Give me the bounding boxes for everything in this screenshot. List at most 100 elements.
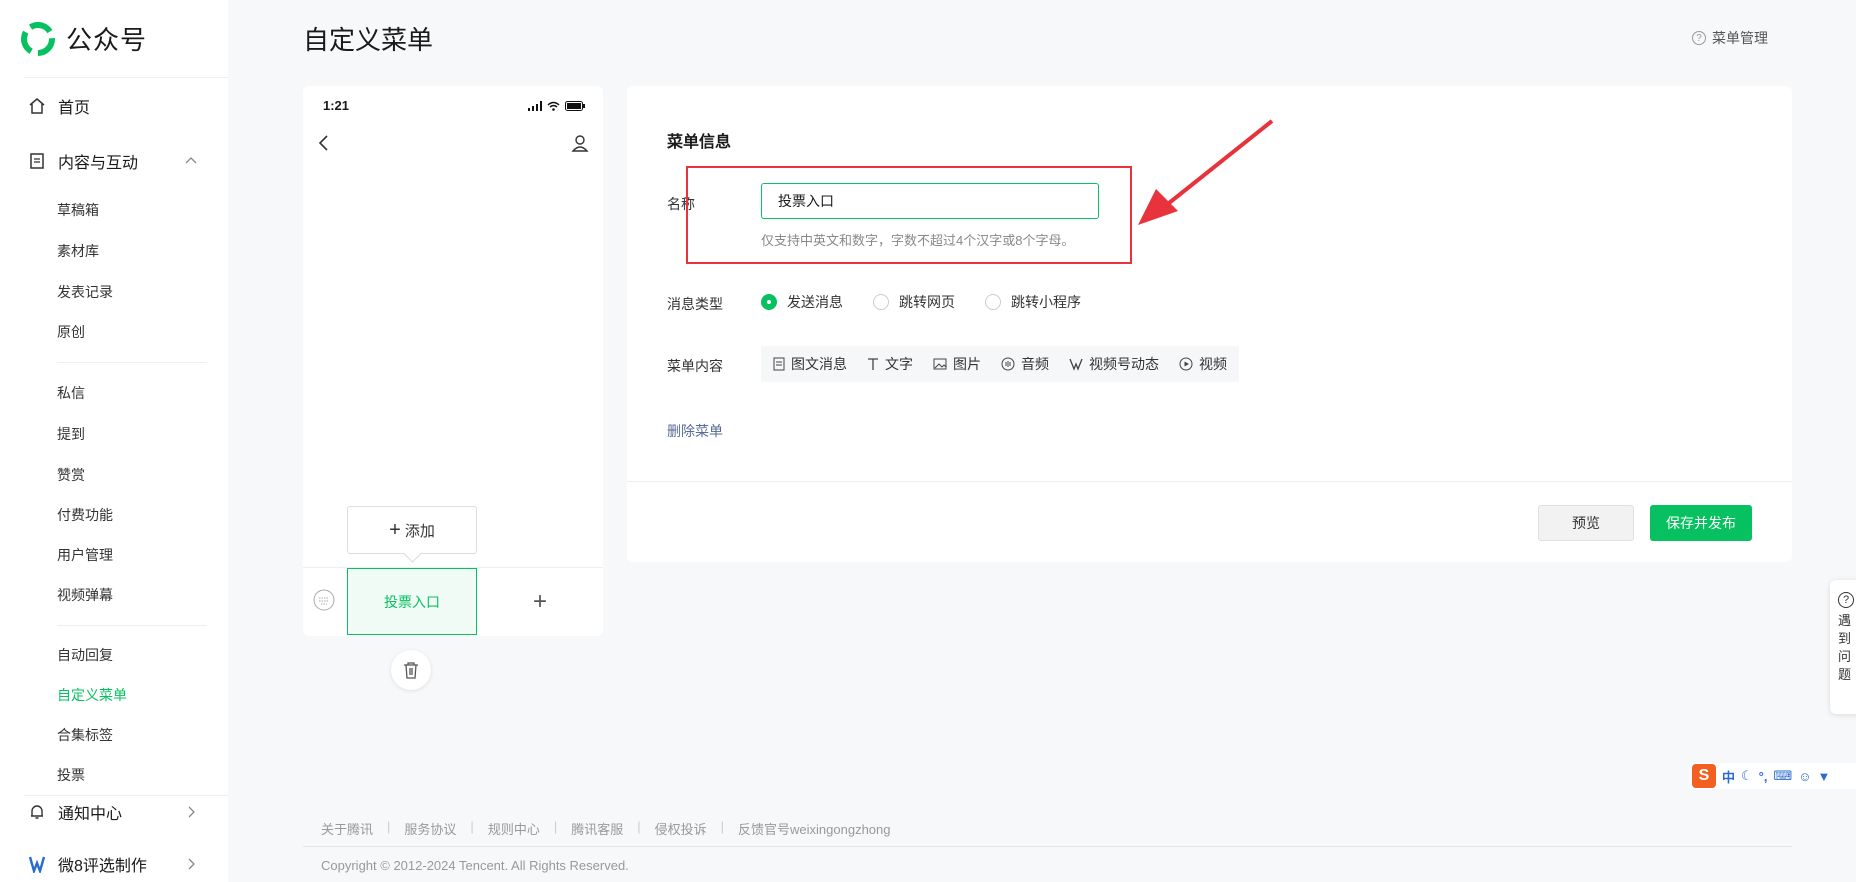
sidebar-divider — [57, 362, 207, 363]
keyboard-icon[interactable]: ⌨ — [1773, 768, 1792, 784]
sidebar-item-voting[interactable]: 投票 — [57, 765, 85, 785]
menu-content-label: 菜单内容 — [667, 358, 723, 374]
sidebar-item-collection-tags[interactable]: 合集标签 — [57, 725, 113, 745]
footer-separator: | — [720, 819, 725, 834]
footer-link-rules[interactable]: 规则中心 — [488, 819, 540, 838]
sidebar-item-notifications[interactable]: 通知中心 — [28, 800, 198, 824]
sidebar-item-label: 首页 — [58, 100, 91, 117]
footer-link-support[interactable]: 腾讯客服 — [571, 819, 623, 838]
tab-channels[interactable]: 视频号动态 — [1069, 354, 1159, 374]
user-icon[interactable]: ☺ — [1798, 769, 1811, 784]
skin-icon[interactable]: ▼ — [1818, 769, 1831, 784]
section-title: 菜单信息 — [667, 134, 732, 151]
footer-link-about[interactable]: 关于腾讯 — [321, 819, 373, 838]
trash-icon — [404, 662, 418, 679]
sidebar-item-publish-records[interactable]: 发表记录 — [57, 282, 113, 302]
footer-links: 关于腾讯 | 服务协议 | 规则中心 | 腾讯客服 | 侵权投诉 | 反馈官号w… — [321, 819, 891, 838]
moon-icon[interactable]: ☾ — [1741, 768, 1753, 784]
radio-checked-icon — [761, 294, 777, 310]
chevron-right-icon — [188, 806, 195, 818]
keyboard-icon[interactable] — [313, 586, 335, 612]
radio-open-webpage[interactable]: 跳转网页 — [873, 292, 955, 312]
menu-item-vote-entry[interactable]: 投票入口 — [347, 568, 477, 635]
plus-icon: + — [389, 518, 401, 541]
add-menu-button[interactable]: + — [477, 568, 603, 635]
sidebar-divider — [24, 77, 228, 78]
sidebar-divider — [24, 795, 228, 796]
tab-text[interactable]: 文字 — [867, 354, 913, 374]
sidebar-section-content[interactable]: 内容与互动 — [28, 149, 198, 173]
sidebar-item-custom-menu[interactable]: 自定义菜单 — [57, 685, 127, 705]
help-text: 遇 — [1838, 613, 1852, 628]
sidebar-item-mentions[interactable]: 提到 — [57, 424, 85, 444]
ime-mode[interactable]: 中 — [1722, 767, 1735, 786]
add-submenu-label: 添加 — [404, 522, 435, 540]
radio-open-mini-program[interactable]: 跳转小程序 — [985, 292, 1081, 312]
save-and-publish-button[interactable]: 保存并发布 — [1650, 505, 1752, 541]
sidebar-item-video-danmaku[interactable]: 视频弹幕 — [57, 585, 113, 605]
footer-link-feedback[interactable]: 反馈官号weixingongzhong — [738, 819, 890, 838]
ime-toolbar[interactable]: S 中 ☾ °, ⌨ ☺ ▼ — [1690, 763, 1856, 789]
sidebar-item-paid-features[interactable]: 付费功能 — [57, 505, 113, 525]
sidebar-item-label: 通知中心 — [58, 806, 123, 823]
image-icon — [933, 358, 947, 370]
radio-label: 跳转网页 — [899, 294, 955, 310]
add-submenu-button[interactable]: + 添加 — [347, 506, 477, 554]
back-arrow-icon[interactable] — [317, 134, 331, 152]
tab-label: 图片 — [953, 356, 981, 372]
radio-label: 跳转小程序 — [1011, 294, 1081, 310]
tab-label: 音频 — [1021, 356, 1049, 372]
footer-separator: | — [637, 819, 641, 834]
sidebar: 公众号 首页 内容与互动 草稿箱 素材库 发表记录 原创 私信 提到 赞赏 付费… — [0, 0, 228, 882]
preview-button[interactable]: 预览 — [1538, 505, 1634, 541]
panel-divider — [627, 481, 1792, 482]
sidebar-item-materials[interactable]: 素材库 — [57, 241, 99, 261]
text-icon — [868, 358, 878, 370]
radio-unchecked-icon — [985, 294, 1001, 310]
delete-menu-trash-button[interactable] — [391, 650, 431, 690]
sidebar-item-messages[interactable]: 私信 — [57, 383, 85, 403]
user-profile-icon[interactable] — [571, 134, 589, 152]
sidebar-item-rewards[interactable]: 赞赏 — [57, 465, 85, 485]
floating-help-widget[interactable]: ? 遇 到 问 题 — [1830, 580, 1856, 714]
footer-link-terms[interactable]: 服务协议 — [404, 819, 456, 838]
tab-audio[interactable]: 音频 — [1001, 354, 1049, 374]
footer-link-infringement[interactable]: 侵权投诉 — [655, 819, 707, 838]
radio-send-message[interactable]: 发送消息 — [761, 292, 843, 312]
radio-label: 发送消息 — [787, 294, 843, 310]
signal-icon — [528, 101, 542, 111]
menu-management-help-link[interactable]: ? 菜单管理 — [1692, 28, 1768, 48]
sidebar-item-original[interactable]: 原创 — [57, 322, 85, 342]
message-type-label: 消息类型 — [667, 296, 723, 312]
punctuation-icon[interactable]: °, — [1759, 769, 1768, 784]
tab-label: 文字 — [885, 356, 913, 372]
sidebar-section-label: 内容与互动 — [58, 155, 139, 172]
radio-unchecked-icon — [873, 294, 889, 310]
tab-image[interactable]: 图片 — [933, 354, 981, 374]
tab-article[interactable]: 图文消息 — [773, 354, 847, 374]
document-icon — [30, 153, 44, 169]
app-logo[interactable]: 公众号 — [20, 20, 147, 57]
footer-divider — [303, 846, 1792, 847]
footer-separator: | — [470, 819, 474, 834]
app-name: 公众号 — [66, 25, 148, 55]
sidebar-divider — [57, 625, 207, 626]
question-icon: ? — [1692, 31, 1706, 45]
sidebar-item-home[interactable]: 首页 — [28, 94, 198, 118]
audio-icon — [1001, 357, 1015, 371]
wechat-mp-logo-icon — [21, 21, 55, 56]
help-text: 到 — [1838, 631, 1852, 646]
bell-icon — [31, 805, 43, 819]
tab-video[interactable]: 视频 — [1179, 354, 1227, 374]
phone-menu-bar: 投票入口 + — [303, 567, 603, 636]
footer-separator: | — [553, 819, 558, 834]
sidebar-item-account[interactable]: 微8评选制作 — [28, 852, 198, 876]
sidebar-item-auto-reply[interactable]: 自动回复 — [57, 645, 113, 665]
delete-menu-link[interactable]: 删除菜单 — [667, 421, 723, 441]
annotation-arrow-icon — [1138, 119, 1274, 225]
sidebar-item-drafts[interactable]: 草稿箱 — [57, 200, 99, 220]
channels-icon — [1069, 358, 1083, 371]
tab-label: 视频号动态 — [1089, 356, 1159, 372]
sidebar-item-user-management[interactable]: 用户管理 — [57, 545, 113, 565]
tab-label: 图文消息 — [791, 356, 847, 372]
